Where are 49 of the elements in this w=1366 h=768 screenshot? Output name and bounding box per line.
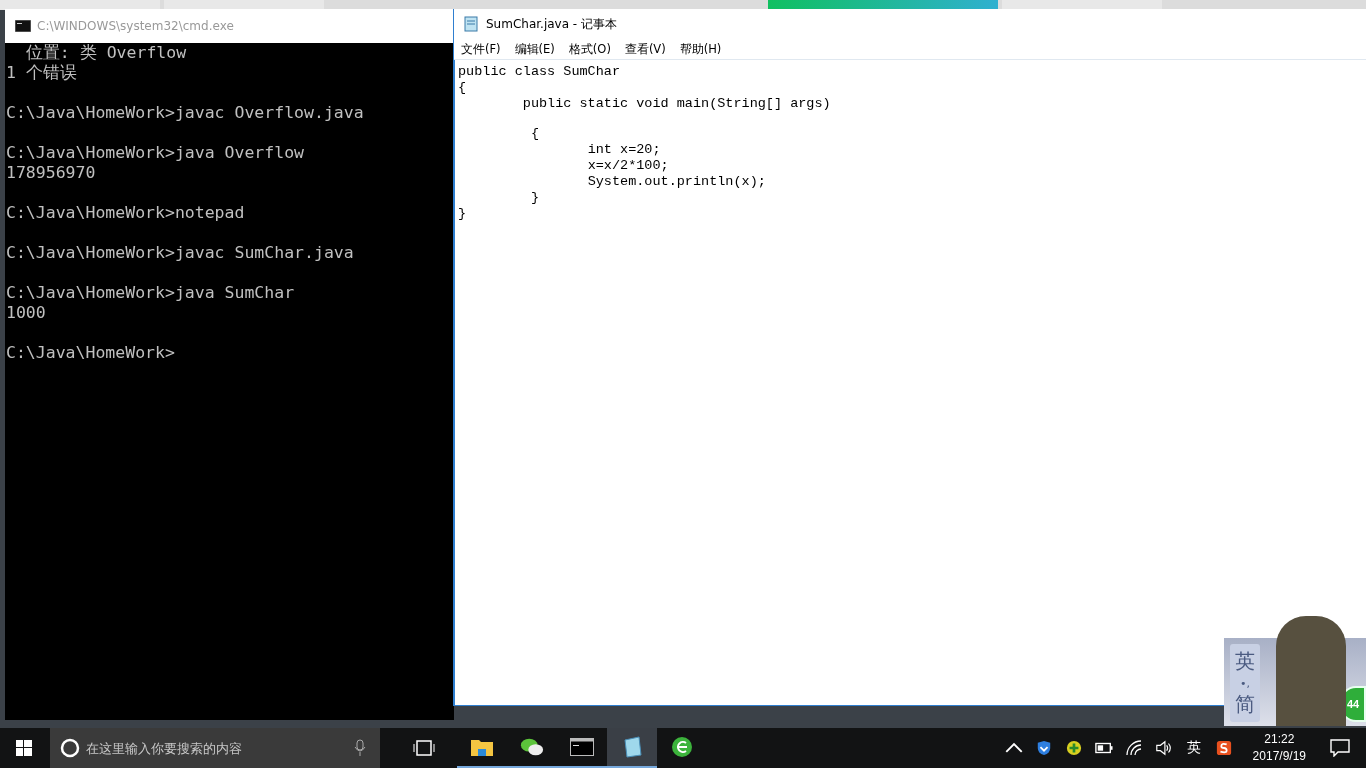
console-line: C:\Java\HomeWork>java SumChar: [6, 283, 295, 303]
console-line: 178956970: [6, 163, 96, 183]
taskbar-app-button[interactable]: [607, 728, 657, 768]
notepad-icon: [464, 16, 478, 32]
console-line: C:\Java\HomeWork>javac Overflow.java: [6, 103, 364, 123]
ime-punctuation-text: •,: [1240, 676, 1250, 690]
console-line: C:\Java\HomeWork>java Overflow: [6, 143, 304, 163]
console-line: 1 个错误: [6, 63, 77, 83]
circle-icon: [60, 738, 80, 758]
speaker-icon[interactable]: [1154, 740, 1173, 756]
console-line: 位置: 类 Overflow: [24, 43, 187, 63]
code-line: public class SumChar: [458, 64, 621, 80]
wifi-icon[interactable]: [1124, 740, 1143, 756]
console-line: C:\Java\HomeWork>: [6, 343, 175, 363]
code-line: {: [529, 126, 539, 142]
menu-item[interactable]: 格式(O): [568, 41, 611, 57]
code-line: x=x/2*100;: [586, 158, 669, 174]
battery-icon[interactable]: [1094, 740, 1113, 756]
code-line: }: [529, 190, 539, 206]
microphone-icon[interactable]: [354, 739, 366, 757]
globe-e-icon: [670, 736, 694, 758]
search-input[interactable]: 在这里输入你要搜索的内容: [86, 740, 354, 756]
window-title: SumChar.java - 记事本: [486, 15, 617, 33]
console-line: 1000: [6, 303, 46, 323]
console-icon: [570, 736, 594, 758]
windows-logo-icon[interactable]: [16, 740, 32, 756]
window-title: C:\WINDOWS\system32\cmd.exe: [37, 19, 234, 33]
console-line: C:\Java\HomeWork>notepad: [6, 203, 245, 223]
code-line: }: [458, 206, 467, 222]
notification-icon[interactable]: [1330, 739, 1350, 757]
menu-item[interactable]: 文件(F): [461, 41, 501, 57]
code-line: {: [458, 80, 467, 96]
menu-item[interactable]: 帮助(H): [679, 41, 722, 57]
code-line: public static void main(String[] args): [521, 96, 831, 112]
search-field[interactable]: 在这里输入你要搜索的内容: [50, 728, 380, 768]
code-line: System.out.println(x);: [586, 174, 766, 190]
chat-bubbles-icon: [520, 736, 544, 758]
clock-time[interactable]: 21:22: [1264, 731, 1295, 748]
ime-mode-text: 英: [1235, 648, 1255, 675]
menu-item[interactable]: 查看(V): [624, 41, 666, 57]
menu-item[interactable]: 编辑(E): [514, 41, 555, 57]
console-icon: [15, 20, 31, 32]
input-language-indicator[interactable]: 英: [1186, 739, 1201, 757]
code-line: int x=20;: [586, 142, 661, 158]
clock-date[interactable]: 2017/9/19: [1252, 748, 1306, 765]
plus-circle-icon[interactable]: [1064, 740, 1083, 756]
console-line: C:\Java\HomeWork>javac SumChar.java: [6, 243, 354, 263]
task-view-icon[interactable]: [413, 740, 435, 756]
s-logo-icon[interactable]: [1214, 740, 1233, 756]
